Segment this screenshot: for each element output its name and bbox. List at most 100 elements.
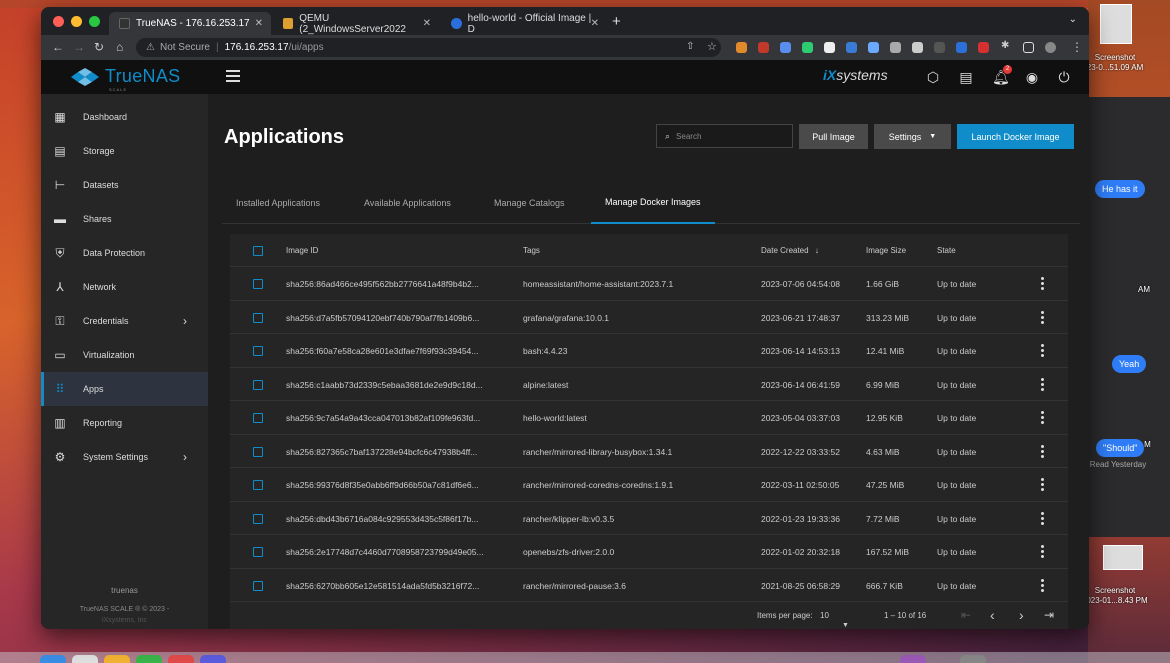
row-checkbox[interactable]	[253, 480, 263, 490]
pull-image-button[interactable]: Pull Image	[799, 124, 868, 149]
profile-icon[interactable]	[1045, 42, 1056, 53]
minimize-window-button[interactable]	[71, 16, 82, 27]
extension-icon[interactable]	[912, 42, 923, 53]
column-header-date-created[interactable]: Date Created ↓	[761, 246, 819, 255]
extension-icon[interactable]	[758, 42, 769, 53]
row-actions-menu-icon[interactable]	[1041, 478, 1044, 491]
sidebar-item-system-settings[interactable]: ⚙ System Settings ›	[41, 440, 208, 474]
row-checkbox[interactable]	[253, 346, 263, 356]
row-actions-menu-icon[interactable]	[1041, 578, 1044, 592]
extension-icon[interactable]	[736, 42, 747, 53]
extension-icon[interactable]	[934, 42, 945, 53]
column-header-tags[interactable]: Tags	[523, 246, 540, 255]
dock-app-icon[interactable]	[900, 655, 926, 663]
table-row[interactable]: sha256:c1aabb73d2339c5ebaa3681de2e9d9c18…	[230, 368, 1068, 401]
table-row[interactable]: sha256:827365c7baf137228e94bcfc6c47938b4…	[230, 435, 1068, 468]
row-checkbox[interactable]	[253, 547, 263, 557]
dock-app-icon[interactable]	[136, 655, 162, 663]
sidebar-item-data-protection[interactable]: ⛨ Data Protection	[41, 236, 208, 270]
row-checkbox[interactable]	[253, 379, 263, 390]
menu-toggle-icon[interactable]	[226, 70, 240, 82]
row-actions-menu-icon[interactable]	[1041, 277, 1044, 290]
row-checkbox[interactable]	[253, 580, 263, 591]
row-actions-menu-icon[interactable]	[1041, 545, 1044, 558]
extension-icon[interactable]	[824, 42, 835, 53]
extension-icon[interactable]	[846, 42, 857, 53]
truecommand-icon[interactable]: ⬡	[925, 69, 941, 85]
power-icon[interactable]: ⏻	[1056, 69, 1072, 85]
dock-app-icon[interactable]	[40, 655, 66, 663]
table-row[interactable]: sha256:6270bb605e12e581514ada5fd5b3216f7…	[230, 569, 1068, 602]
dock-app-icon[interactable]	[168, 655, 194, 663]
sidebar-item-shares[interactable]: ▬ Shares	[41, 202, 208, 236]
browser-tab-truenas[interactable]: TrueNAS - 176.16.253.17 ✕	[109, 12, 271, 35]
dock-app-icon[interactable]	[72, 655, 98, 663]
reload-icon[interactable]: ↻	[94, 40, 104, 54]
launch-docker-image-button[interactable]: Launch Docker Image	[957, 124, 1074, 149]
close-tab-icon[interactable]: ✕	[255, 18, 263, 29]
sidebar-item-credentials[interactable]: ⚿ Credentials ›	[41, 304, 208, 338]
forward-arrow-icon[interactable]: →	[73, 40, 85, 54]
dock-app-icon[interactable]	[200, 655, 226, 663]
sidebar-item-dashboard[interactable]: ▦ Dashboard	[41, 100, 208, 134]
sidebar-item-datasets[interactable]: ⊢ Datasets	[41, 168, 208, 202]
table-row[interactable]: sha256:f60a7e58ca28e601e3dfae7f69f93c394…	[230, 334, 1068, 368]
sidebar-item-virtualization[interactable]: ▭ Virtualization	[41, 338, 208, 372]
next-page-icon[interactable]: ›	[1019, 607, 1024, 623]
last-page-icon[interactable]: ⇥	[1044, 608, 1054, 622]
tab-installed-applications[interactable]: Installed Applications	[222, 182, 334, 224]
extension-icon[interactable]	[978, 42, 989, 53]
back-arrow-icon[interactable]: ←	[52, 40, 64, 54]
row-checkbox[interactable]	[253, 413, 263, 423]
jobs-clipboard-icon[interactable]: ▤	[958, 69, 974, 85]
extension-icon[interactable]	[956, 42, 967, 53]
table-row[interactable]: sha256:2e17748d7c4460d7708958723799d49e0…	[230, 535, 1068, 569]
settings-button[interactable]: Settings ▼	[874, 124, 951, 149]
url-field[interactable]: ⚠ Not Secure | 176.16.253.17 /ui/apps	[136, 38, 721, 57]
truenas-logo[interactable]: TrueNAS	[71, 66, 180, 87]
row-checkbox[interactable]	[253, 312, 263, 323]
previous-page-icon[interactable]: ‹	[990, 607, 995, 623]
row-actions-menu-icon[interactable]	[1041, 511, 1044, 525]
table-row[interactable]: sha256:dbd43b6716a084c929553d435c5f86f17…	[230, 502, 1068, 535]
row-checkbox[interactable]	[253, 446, 263, 457]
maximize-window-button[interactable]	[89, 16, 100, 27]
search-input[interactable]: ⌕ Search	[656, 124, 793, 148]
close-tab-icon[interactable]: ✕	[591, 18, 599, 29]
company-link[interactable]: iXsystems, Inc	[41, 617, 208, 624]
table-row[interactable]: sha256:9c7a54a9a43cca047013b82af109fe963…	[230, 401, 1068, 435]
column-header-image-size[interactable]: Image Size	[866, 246, 906, 255]
puzzle-icon[interactable]: ✱	[1001, 40, 1009, 51]
ixsystems-logo[interactable]: iXsystems	[823, 67, 888, 83]
page-size-select[interactable]: 10 ▼	[820, 611, 860, 629]
first-page-icon[interactable]: ⇤	[961, 608, 971, 622]
new-tab-button[interactable]: +	[612, 13, 621, 30]
sidebar-item-network[interactable]: ⅄ Network	[41, 270, 208, 304]
dock-app-icon[interactable]	[960, 655, 986, 663]
row-actions-menu-icon[interactable]	[1041, 444, 1044, 458]
close-window-button[interactable]	[53, 16, 64, 27]
table-row[interactable]: sha256:d7a5fb57094120ebf740b790af7fb1409…	[230, 301, 1068, 334]
sidebar-item-storage[interactable]: ▤ Storage	[41, 134, 208, 168]
screenshot-thumbnail-top[interactable]	[1100, 4, 1132, 44]
select-all-checkbox[interactable]	[253, 246, 263, 256]
account-icon[interactable]: ◉	[1024, 69, 1040, 85]
row-checkbox[interactable]	[253, 513, 263, 524]
tab-search-chevron-icon[interactable]: ⌄	[1069, 14, 1077, 25]
row-actions-menu-icon[interactable]	[1041, 377, 1044, 391]
screenshot-thumbnail-bottom[interactable]	[1103, 545, 1143, 570]
browser-tab-qemu[interactable]: QEMU (2_WindowsServer2022 ✕	[273, 12, 439, 35]
bookmark-star-icon[interactable]: ☆	[707, 40, 717, 53]
sidepanel-icon[interactable]	[1023, 42, 1034, 53]
extension-icon[interactable]	[802, 42, 813, 53]
extension-icon[interactable]	[868, 42, 879, 53]
sidebar-item-apps[interactable]: ⠿ Apps	[41, 372, 208, 406]
more-menu-icon[interactable]: ⋮	[1071, 40, 1083, 54]
dock-app-icon[interactable]	[104, 655, 130, 663]
extension-icon[interactable]	[890, 42, 901, 53]
home-icon[interactable]: ⌂	[116, 40, 123, 54]
row-actions-menu-icon[interactable]	[1041, 310, 1044, 324]
row-checkbox[interactable]	[253, 279, 263, 289]
row-actions-menu-icon[interactable]	[1041, 411, 1044, 424]
column-header-image-id[interactable]: Image ID	[286, 246, 318, 255]
